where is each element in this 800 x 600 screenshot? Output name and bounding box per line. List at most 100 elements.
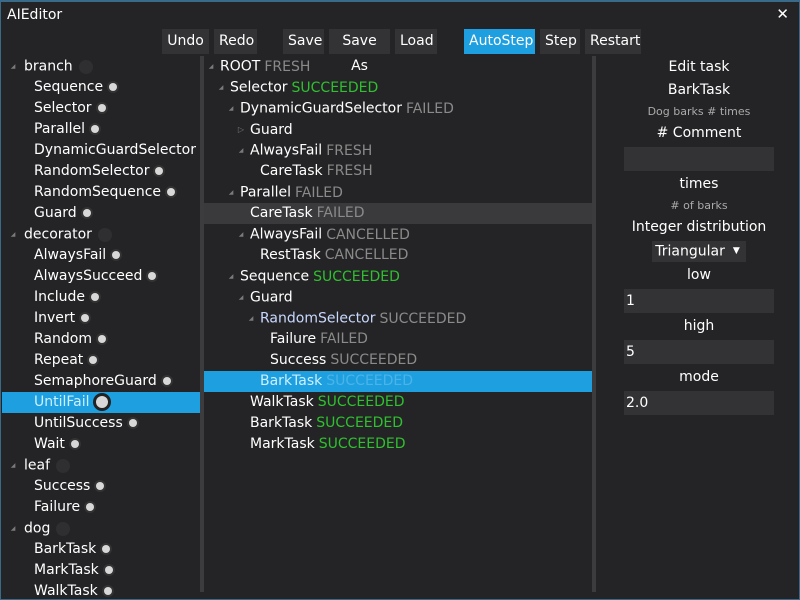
palette-item[interactable]: Wait — [2, 434, 200, 455]
drag-handle-icon[interactable] — [56, 521, 71, 536]
drag-handle-icon[interactable] — [103, 587, 112, 595]
drag-handle-icon[interactable] — [78, 59, 93, 74]
collapse-icon[interactable] — [226, 98, 236, 119]
tree-node[interactable]: AlwaysFailFRESH — [204, 140, 592, 161]
drag-handle-icon[interactable] — [162, 377, 171, 385]
expand-toggle-icon[interactable] — [8, 224, 18, 245]
drag-handle-icon[interactable] — [128, 419, 137, 427]
palette-item[interactable]: Random — [2, 329, 200, 350]
palette-item[interactable]: AlwaysSucceed — [2, 266, 200, 287]
palette-item[interactable]: Failure — [2, 497, 200, 518]
drag-handle-icon[interactable] — [102, 545, 111, 553]
tree-scrollbar[interactable] — [592, 56, 596, 592]
tree-node[interactable]: WalkTask SUCCEEDED — [204, 392, 592, 413]
drag-handle-icon[interactable] — [104, 566, 113, 574]
drag-handle-icon[interactable] — [112, 251, 121, 259]
palette-category[interactable]: branch — [2, 56, 200, 77]
drag-handle-icon[interactable] — [70, 440, 79, 448]
drag-handle-icon[interactable] — [86, 503, 95, 511]
tree-node[interactable]: BarkTask SUCCEEDED — [204, 371, 592, 392]
tree-node[interactable]: SequenceSUCCEEDED — [204, 266, 592, 287]
tree-node[interactable]: AlwaysFailCANCELLED — [204, 224, 592, 245]
palette-item[interactable]: SemaphoreGuard — [2, 371, 200, 392]
palette-item[interactable]: UntilSuccess — [2, 413, 200, 434]
palette-item[interactable]: BarkTask — [2, 539, 200, 560]
drag-handle-icon[interactable] — [91, 125, 100, 133]
tree-node[interactable]: Guard — [204, 119, 592, 140]
collapse-icon[interactable] — [236, 224, 246, 245]
load-button[interactable]: Load — [395, 29, 437, 54]
tree-node[interactable]: CareTask FRESH — [204, 161, 592, 182]
palette-item[interactable]: RandomSelector — [2, 161, 200, 182]
collapse-icon[interactable] — [236, 140, 246, 161]
tree-node[interactable]: RandomSelectorSUCCEEDED — [204, 308, 592, 329]
collapse-icon[interactable] — [226, 266, 236, 287]
tree-node[interactable]: DynamicGuardSelectorFAILED — [204, 98, 592, 119]
palette-item[interactable]: Selector — [2, 98, 200, 119]
palette-item[interactable]: AlwaysFail — [2, 245, 200, 266]
palette-item[interactable]: Sequence — [2, 77, 200, 98]
expand-toggle-icon[interactable] — [8, 455, 18, 476]
drag-handle-icon[interactable] — [97, 227, 112, 242]
tree-node[interactable]: RestTask CANCELLED — [204, 245, 592, 266]
tree-node[interactable]: SelectorSUCCEEDED — [204, 77, 592, 98]
tree-node[interactable]: Failure FAILED — [204, 329, 592, 350]
task-name: BarkTask — [667, 82, 731, 98]
distribution-select[interactable]: Triangular ▼ — [652, 241, 746, 262]
tree-node[interactable]: ROOTFRESH — [204, 56, 592, 77]
palette-item[interactable]: Invert — [2, 308, 200, 329]
tree-node[interactable]: Guard — [204, 287, 592, 308]
palette-category[interactable]: dog — [2, 518, 200, 539]
drag-handle-icon[interactable] — [96, 482, 105, 490]
palette-category[interactable]: decorator — [2, 224, 200, 245]
save-as-button[interactable]: Save As — [329, 29, 390, 74]
palette-item[interactable]: DynamicGuardSelector — [2, 140, 200, 161]
comment-input[interactable] — [624, 147, 774, 171]
palette-item[interactable]: Parallel — [2, 119, 200, 140]
step-button[interactable]: Step — [540, 29, 580, 54]
palette-item[interactable]: Success — [2, 476, 200, 497]
drag-handle-icon[interactable] — [109, 83, 118, 91]
tree-node[interactable]: ParallelFAILED — [204, 182, 592, 203]
drag-handle-icon[interactable] — [95, 396, 108, 408]
drag-handle-icon[interactable] — [148, 272, 157, 280]
collapse-icon[interactable] — [206, 56, 216, 77]
palette-item[interactable]: Include — [2, 287, 200, 308]
drag-handle-icon[interactable] — [97, 335, 106, 343]
palette-item[interactable]: WalkTask — [2, 581, 200, 598]
high-input[interactable]: 5 — [624, 340, 774, 364]
drag-handle-icon[interactable] — [81, 314, 90, 322]
drag-handle-icon[interactable] — [89, 356, 98, 364]
tree-node[interactable]: CareTask FAILED — [204, 203, 592, 224]
expand-toggle-icon[interactable] — [8, 518, 18, 539]
collapse-icon[interactable] — [236, 287, 246, 308]
autostep-button[interactable]: AutoStep — [464, 29, 535, 54]
palette-category[interactable]: leaf — [2, 455, 200, 476]
tree-node[interactable]: MarkTask SUCCEEDED — [204, 434, 592, 455]
collapse-icon[interactable] — [246, 308, 256, 329]
save-button[interactable]: Save — [283, 29, 324, 54]
low-input[interactable]: 1 — [624, 289, 774, 313]
palette-item[interactable]: RandomSequence — [2, 182, 200, 203]
expand-toggle-icon[interactable] — [8, 56, 18, 77]
expand-icon[interactable] — [236, 119, 246, 141]
drag-handle-icon[interactable] — [90, 293, 99, 301]
drag-handle-icon[interactable] — [155, 167, 164, 175]
tree-node[interactable]: Success SUCCEEDED — [204, 350, 592, 371]
palette-item[interactable]: Guard — [2, 203, 200, 224]
drag-handle-icon[interactable] — [56, 458, 71, 473]
palette-item[interactable]: UntilFail — [2, 392, 200, 413]
drag-handle-icon[interactable] — [82, 209, 91, 217]
tree-node[interactable]: BarkTask SUCCEEDED — [204, 413, 592, 434]
redo-button[interactable]: Redo — [214, 29, 257, 54]
palette-item[interactable]: Repeat — [2, 350, 200, 371]
restart-button[interactable]: Restart — [585, 29, 641, 54]
collapse-icon[interactable] — [226, 182, 236, 203]
undo-button[interactable]: Undo — [162, 29, 209, 54]
collapse-icon[interactable] — [216, 77, 226, 98]
close-icon[interactable]: ✕ — [776, 5, 789, 23]
drag-handle-icon[interactable] — [167, 188, 176, 196]
drag-handle-icon[interactable] — [97, 104, 106, 112]
mode-input[interactable]: 2.0 — [624, 391, 774, 415]
palette-item[interactable]: MarkTask — [2, 560, 200, 581]
